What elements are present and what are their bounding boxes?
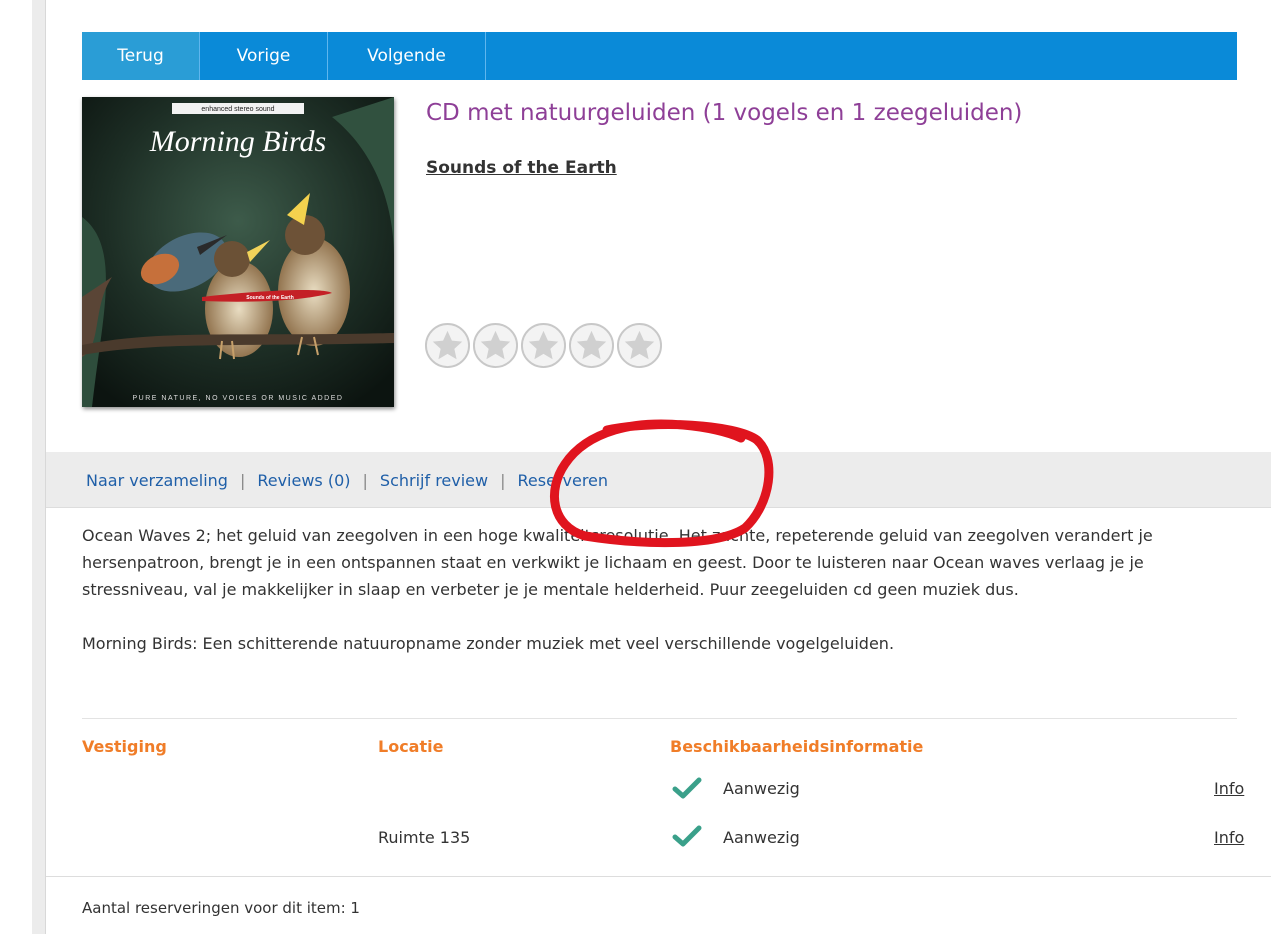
back-button[interactable]: Terug	[82, 32, 200, 80]
star-rating[interactable]	[424, 322, 663, 369]
item-action-bar: Naar verzameling | Reviews (0) | Schrijf…	[46, 452, 1271, 508]
cover-ribbon-text: Sounds of the Earth	[246, 295, 294, 301]
section-divider	[82, 718, 1237, 719]
album-cover-image[interactable]: Sounds of the Earth enhanced stereo soun…	[82, 97, 394, 407]
page-left-border	[32, 0, 46, 934]
cover-bottom-text: PURE NATURE, NO VOICES OR MUSIC ADDED	[133, 395, 344, 402]
reviews-link[interactable]: Reviews (0)	[257, 471, 350, 490]
description-paragraph: Morning Birds: Een schitterende natuurop…	[82, 634, 895, 653]
location-header: Locatie	[378, 737, 444, 756]
separator: |	[362, 470, 368, 490]
info-link[interactable]: Info	[1214, 779, 1244, 798]
reservation-count: Aantal reserveringen voor dit item: 1	[82, 899, 360, 917]
footer-divider	[46, 876, 1271, 877]
star-icon[interactable]	[424, 322, 471, 369]
cover-top-text: enhanced stereo sound	[201, 106, 274, 113]
checkmark-icon	[672, 777, 702, 799]
write-review-link[interactable]: Schrijf review	[380, 471, 488, 490]
item-title: CD met natuurgeluiden (1 vogels en 1 zee…	[426, 100, 1023, 126]
description-paragraph: Ocean Waves 2; het geluid van zeegolven …	[82, 526, 1153, 599]
branch-header: Vestiging	[82, 737, 167, 756]
row-location: Ruimte 135	[378, 828, 471, 847]
row-status: Aanwezig	[723, 828, 800, 847]
collection-link[interactable]: Naar verzameling	[86, 471, 228, 490]
star-icon[interactable]	[616, 322, 663, 369]
next-button[interactable]: Volgende	[328, 32, 486, 80]
checkmark-icon	[672, 825, 702, 847]
star-icon[interactable]	[520, 322, 567, 369]
item-description: Ocean Waves 2; het geluid van zeegolven …	[82, 522, 1252, 684]
author-link[interactable]: Sounds of the Earth	[426, 158, 617, 178]
star-icon[interactable]	[568, 322, 615, 369]
reserve-link[interactable]: Reserveren	[518, 471, 609, 490]
separator: |	[239, 470, 246, 490]
previous-button[interactable]: Vorige	[200, 32, 328, 80]
info-link[interactable]: Info	[1214, 828, 1244, 847]
navigation-toolbar: Terug Vorige Volgende	[82, 32, 1237, 80]
availability-header: Beschikbaarheidsinformatie	[670, 737, 924, 756]
separator: |	[500, 470, 506, 490]
cover-title: Morning Birds	[149, 125, 326, 158]
row-status: Aanwezig	[723, 779, 800, 798]
star-icon[interactable]	[472, 322, 519, 369]
